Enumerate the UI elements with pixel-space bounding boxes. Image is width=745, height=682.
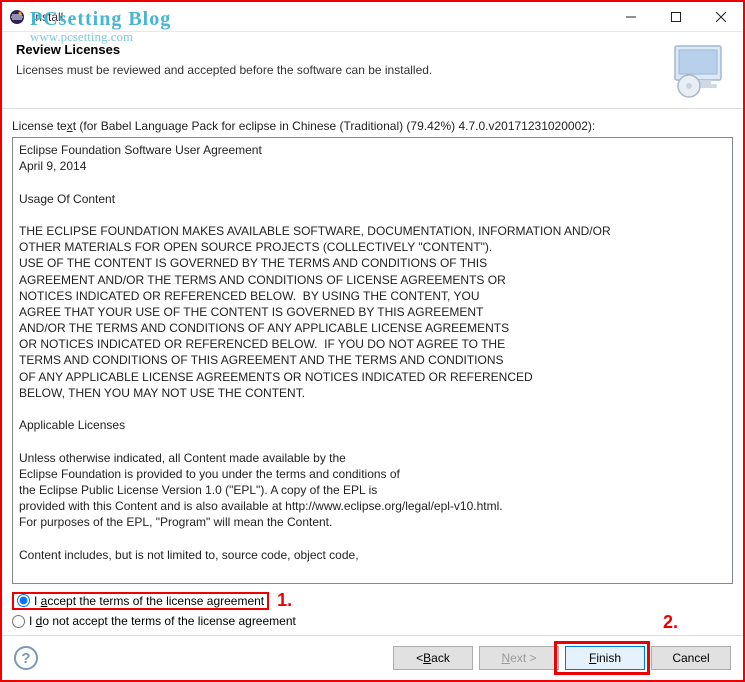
annotation-2: 2. <box>663 612 678 633</box>
computer-disc-icon <box>669 42 727 100</box>
page-title: Review Licenses <box>16 42 661 57</box>
license-label: License text (for Babel Language Pack fo… <box>12 119 733 133</box>
annotation-1: 1. <box>277 590 292 611</box>
install-window: Install PCsetting Blog www.pcsetting.com… <box>0 0 745 682</box>
close-button[interactable] <box>698 2 743 31</box>
header: Review Licenses Licenses must be reviewe… <box>2 32 743 108</box>
accept-radio[interactable] <box>17 594 30 607</box>
back-button[interactable]: < Back <box>393 646 473 670</box>
eclipse-icon <box>9 9 25 25</box>
finish-wrap: Finish <box>559 646 645 670</box>
decline-label[interactable]: I do not accept the terms of the license… <box>29 614 296 628</box>
license-radios: I accept the terms of the license agreem… <box>12 590 733 631</box>
help-icon[interactable]: ? <box>14 646 38 670</box>
accept-highlight: I accept the terms of the license agreem… <box>12 592 269 610</box>
minimize-button[interactable] <box>608 2 653 31</box>
decline-radio[interactable] <box>12 615 25 628</box>
maximize-button[interactable] <box>653 2 698 31</box>
page-subtitle: Licenses must be reviewed and accepted b… <box>16 63 661 77</box>
next-button: Next > <box>479 646 559 670</box>
window-controls <box>608 2 743 31</box>
header-text: Review Licenses Licenses must be reviewe… <box>16 42 661 100</box>
accept-label[interactable]: I accept the terms of the license agreem… <box>34 594 264 608</box>
license-textarea[interactable]: Eclipse Foundation Software User Agreeme… <box>12 137 733 584</box>
window-title: Install <box>32 10 608 24</box>
cancel-button[interactable]: Cancel <box>651 646 731 670</box>
finish-button[interactable]: Finish <box>565 646 645 670</box>
accept-row: I accept the terms of the license agreem… <box>12 590 733 611</box>
titlebar: Install <box>2 2 743 32</box>
decline-row: I do not accept the terms of the license… <box>12 614 733 628</box>
footer: ? 2. < Back Next > Finish Cancel <box>2 635 743 680</box>
content-area: License text (for Babel Language Pack fo… <box>2 109 743 635</box>
